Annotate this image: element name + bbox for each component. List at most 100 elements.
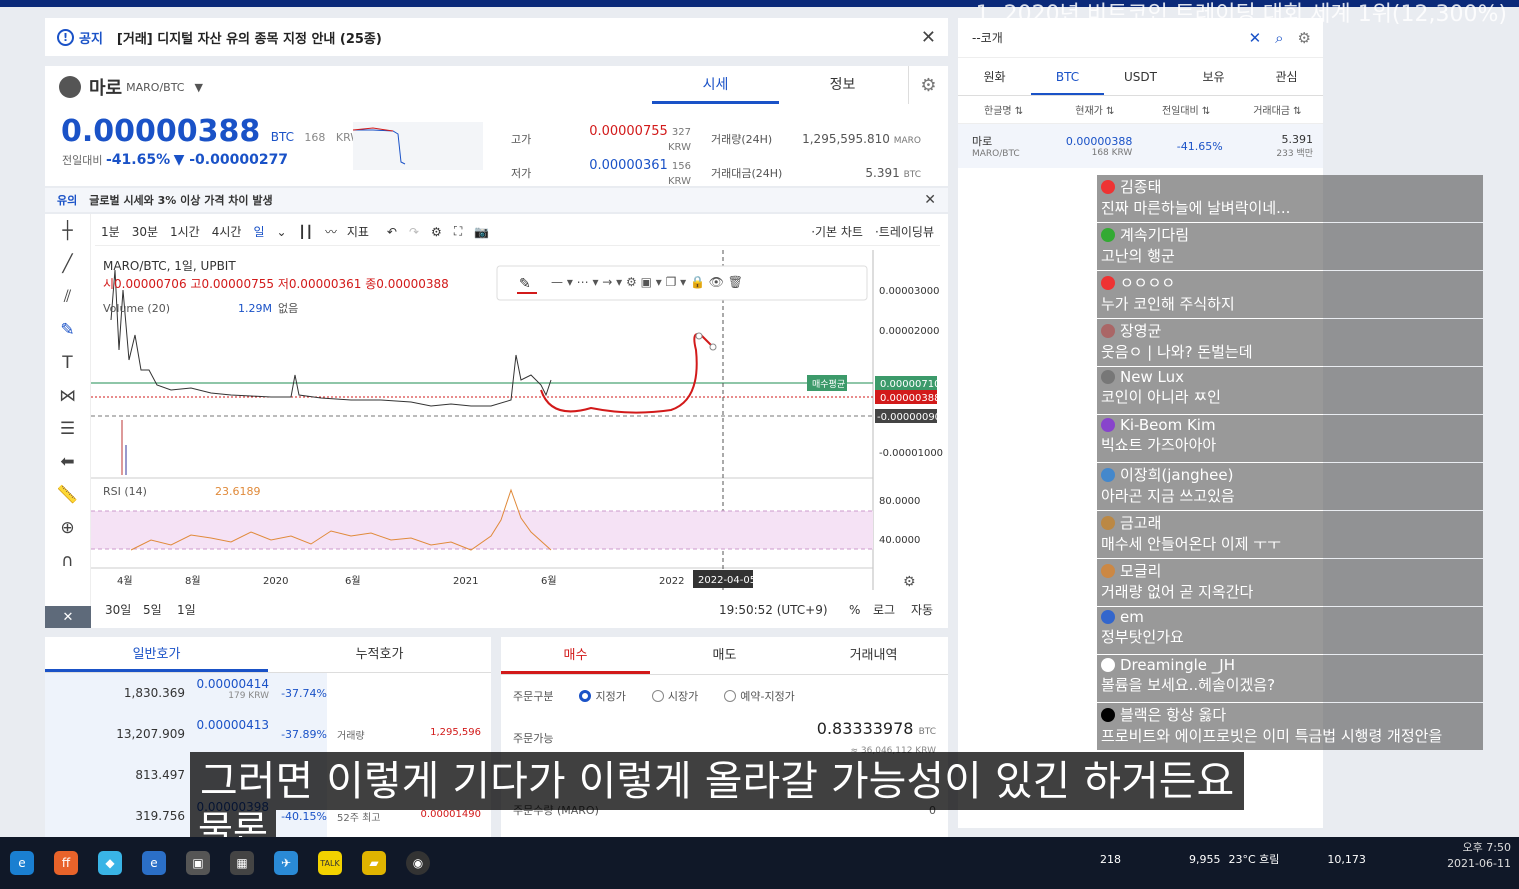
close-icon[interactable]: ✕ bbox=[921, 27, 936, 48]
chat-user: 김종태 bbox=[1120, 178, 1162, 196]
edge-icon[interactable]: e bbox=[10, 851, 34, 875]
col-change[interactable]: 전일대비 ⇅ bbox=[1141, 102, 1232, 117]
row-extra-value: 0.00001490 bbox=[420, 809, 481, 820]
brush-icon[interactable]: ✎ bbox=[45, 313, 90, 346]
close-icon[interactable]: ✕ bbox=[1249, 29, 1262, 47]
chat-message: 모글리 거래량 없어 곧 지옥간다 bbox=[1097, 559, 1483, 606]
ruler-icon[interactable]: 📏 bbox=[45, 478, 90, 511]
indicator-button[interactable]: 〰 지표 bbox=[325, 223, 375, 240]
search-input[interactable]: --코개 bbox=[972, 29, 1003, 46]
radio-limit[interactable] bbox=[579, 690, 592, 702]
candle-icon[interactable]: ┃┃ bbox=[299, 225, 313, 239]
basic-chart-button[interactable]: ·기본 차트 bbox=[811, 223, 863, 240]
interval-day[interactable]: 일 bbox=[253, 223, 264, 240]
undo-icon[interactable]: ↶ bbox=[387, 225, 397, 239]
tab-btc[interactable]: BTC bbox=[1031, 58, 1104, 95]
tab-cumulative-book[interactable]: 누적호가 bbox=[268, 637, 491, 672]
interval-4h[interactable]: 4시간 bbox=[212, 223, 242, 240]
available-label: 주문가능 bbox=[513, 732, 554, 745]
svg-text:0.00000710: 0.00000710 bbox=[880, 379, 940, 390]
svg-text:40.0000: 40.0000 bbox=[879, 535, 920, 546]
search-icon[interactable]: ⌕ bbox=[1275, 29, 1283, 47]
tab-history[interactable]: 거래내역 bbox=[799, 637, 948, 674]
projection-icon[interactable]: ☰ bbox=[45, 412, 90, 445]
tab-favorites[interactable]: 관심 bbox=[1250, 58, 1323, 95]
svg-text:30일: 30일 bbox=[105, 603, 131, 617]
search-bar[interactable]: --코개 ✕ ⌕ ⚙ bbox=[958, 18, 1323, 58]
table-row[interactable]: 1,830.369 0.00000414 179 KRW -37.74% bbox=[45, 673, 491, 714]
firefox-icon[interactable]: ff bbox=[54, 851, 78, 875]
gear-icon[interactable]: ⚙ bbox=[908, 66, 948, 104]
radio-reserve[interactable] bbox=[724, 690, 737, 702]
tab-normal-book[interactable]: 일반호가 bbox=[45, 637, 268, 672]
col-amount[interactable]: 거래대금 ⇅ bbox=[1232, 102, 1323, 117]
tab-market[interactable]: 시세 bbox=[652, 66, 779, 104]
close-icon[interactable]: ✕ bbox=[924, 192, 936, 208]
chevron-down-icon[interactable]: ▼ bbox=[194, 81, 202, 94]
change-pct: -41.65% bbox=[105, 152, 171, 168]
user-avatar-icon bbox=[1101, 418, 1115, 432]
col-price[interactable]: 현재가 ⇅ bbox=[1049, 102, 1140, 117]
table-row[interactable]: 13,207.909 0.00000413 -37.89% 거래량 1,295,596 bbox=[45, 714, 491, 755]
telegram-icon[interactable]: ✈ bbox=[274, 851, 298, 875]
chart-canvas[interactable]: MARO/BTC, 1일, UPBIT 시0.00000706 고0.00000… bbox=[91, 250, 948, 631]
legend-volume-value: 1.29M bbox=[238, 302, 272, 315]
price-unit: BTC bbox=[270, 130, 294, 144]
warning-bar: 유의 글로벌 시세와 3% 이상 가격 차이 발생 ✕ bbox=[45, 188, 948, 212]
app-icon[interactable]: ◆ bbox=[98, 851, 122, 875]
obs-icon[interactable]: ◉ bbox=[406, 851, 430, 875]
chevron-down-icon[interactable]: ⌄ bbox=[276, 225, 286, 239]
tab-sell[interactable]: 매도 bbox=[650, 637, 799, 674]
chat-text: 고난의 행군 bbox=[1101, 247, 1175, 265]
market-tabs: 원화 BTC USDT 보유 관심 bbox=[958, 58, 1323, 96]
tab-info[interactable]: 정보 bbox=[779, 66, 906, 104]
svg-text:-0.00001000: -0.00001000 bbox=[879, 448, 943, 459]
zoom-icon[interactable]: ⊕ bbox=[45, 511, 90, 544]
radio-market[interactable] bbox=[651, 690, 664, 702]
calculator-icon[interactable]: ▦ bbox=[230, 851, 254, 875]
coin-name: 마로 bbox=[89, 78, 123, 99]
redo-icon[interactable]: ↷ bbox=[409, 225, 419, 239]
text-icon[interactable]: T bbox=[45, 346, 90, 379]
row-price: 0.00000413 bbox=[196, 718, 269, 732]
tab-buy[interactable]: 매수 bbox=[501, 637, 650, 674]
pattern-icon[interactable]: ⋈ bbox=[45, 379, 90, 412]
col-name[interactable]: 한글명 ⇅ bbox=[958, 102, 1049, 117]
fullscreen-icon[interactable]: ⛶ bbox=[454, 224, 462, 239]
interval-30m[interactable]: 30분 bbox=[132, 223, 158, 240]
camera-icon[interactable]: 📷 bbox=[474, 225, 489, 239]
mini-chart bbox=[352, 122, 483, 170]
list-item[interactable]: 마로 MARO/BTC 0.00000388 168 KRW -41.65% 5.3… bbox=[958, 124, 1323, 168]
trendline-icon[interactable]: ╱ bbox=[45, 247, 90, 280]
chat-user: 모글리 bbox=[1120, 562, 1162, 580]
tab-usdt[interactable]: USDT bbox=[1104, 58, 1177, 95]
interval-1h[interactable]: 1시간 bbox=[170, 223, 200, 240]
row-amount-krw: 233 백만 bbox=[1276, 149, 1313, 159]
sticky-notes-icon[interactable]: ▰ bbox=[362, 851, 386, 875]
row-qty: 13,207.909 bbox=[45, 714, 189, 755]
tab-krw[interactable]: 원화 bbox=[958, 58, 1031, 95]
settings-icon[interactable]: ⚙ bbox=[431, 225, 442, 239]
svg-text:로그: 로그 bbox=[873, 603, 895, 617]
clock[interactable]: 오후 7:50 2021-06-11 bbox=[1447, 840, 1511, 872]
ie-icon[interactable]: e bbox=[142, 851, 166, 875]
fib-icon[interactable]: ⫽ bbox=[45, 280, 90, 313]
orderbook-tabs: 일반호가 누적호가 bbox=[45, 637, 491, 673]
gear-icon[interactable]: ⚙ bbox=[1298, 29, 1311, 47]
count-3: 10,173 bbox=[1327, 852, 1366, 866]
chat-text: 아라곤 지금 쓰고있음 bbox=[1101, 487, 1235, 505]
svg-text:4월: 4월 bbox=[117, 575, 133, 587]
tradingview-button[interactable]: ·트레이딩뷰 bbox=[875, 223, 934, 240]
crosshair-icon[interactable]: ┼ bbox=[45, 214, 90, 247]
tab-holdings[interactable]: 보유 bbox=[1177, 58, 1250, 95]
arrow-left-icon[interactable]: ⬅ bbox=[45, 445, 90, 478]
magnet-icon[interactable]: ∩ bbox=[45, 544, 90, 577]
coin-selector[interactable]: 마로 MARO/BTC ▼ bbox=[59, 74, 203, 100]
kakaotalk-icon[interactable]: TALK bbox=[318, 851, 342, 875]
svg-text:5일: 5일 bbox=[143, 603, 162, 617]
axis-settings-icon: ⚙ bbox=[903, 574, 916, 590]
notice-text[interactable]: [거래] 디지털 자산 유의 종목 지정 안내 (25종) bbox=[117, 28, 382, 47]
app-icon-2[interactable]: ▣ bbox=[186, 851, 210, 875]
interval-1m[interactable]: 1분 bbox=[101, 223, 120, 240]
collapse-icon[interactable]: ✕ bbox=[45, 606, 91, 628]
